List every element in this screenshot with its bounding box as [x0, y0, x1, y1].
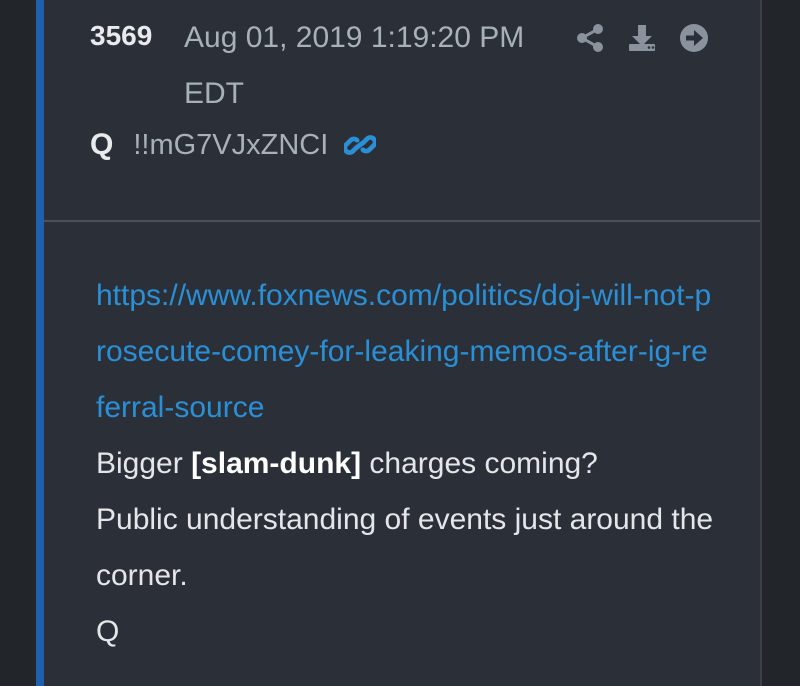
- header-actions: [574, 22, 710, 54]
- slam-dunk-text: [slam-dunk]: [191, 447, 362, 480]
- link-icon[interactable]: [344, 129, 377, 161]
- share-icon[interactable]: [574, 22, 606, 54]
- tripcode: !!mG7VJxZNCI: [133, 128, 329, 161]
- post-line-1-before: Bigger: [96, 447, 192, 480]
- author-row: Q !!mG7VJxZNCI: [90, 128, 377, 162]
- post-date: Aug 01, 2019 1:19:20 PM EDT: [184, 21, 525, 110]
- page: 3569 Aug 01, 2019 1:19:20 PM EDT Q !!mG7…: [0, 0, 800, 686]
- post-card: 3569 Aug 01, 2019 1:19:20 PM EDT Q !!mG7…: [36, 0, 762, 686]
- arrow-circle-right-icon[interactable]: [678, 22, 710, 54]
- post-body: https://www.foxnews.com/politics/doj-wil…: [96, 268, 716, 660]
- download-icon[interactable]: [626, 22, 658, 54]
- post-line-2: Public understanding of events just arou…: [96, 503, 714, 592]
- post-number[interactable]: 3569: [90, 20, 152, 52]
- post-line-1-after: charges coming?: [361, 447, 598, 480]
- post-header: 3569 Aug 01, 2019 1:19:20 PM EDT Q !!mG7…: [44, 0, 760, 222]
- author-name: Q: [90, 128, 114, 161]
- post-line-1: Bigger [slam-dunk] charges coming?: [96, 436, 716, 492]
- post-link[interactable]: https://www.foxnews.com/politics/doj-wil…: [96, 268, 716, 436]
- post-signature: Q: [96, 615, 120, 648]
